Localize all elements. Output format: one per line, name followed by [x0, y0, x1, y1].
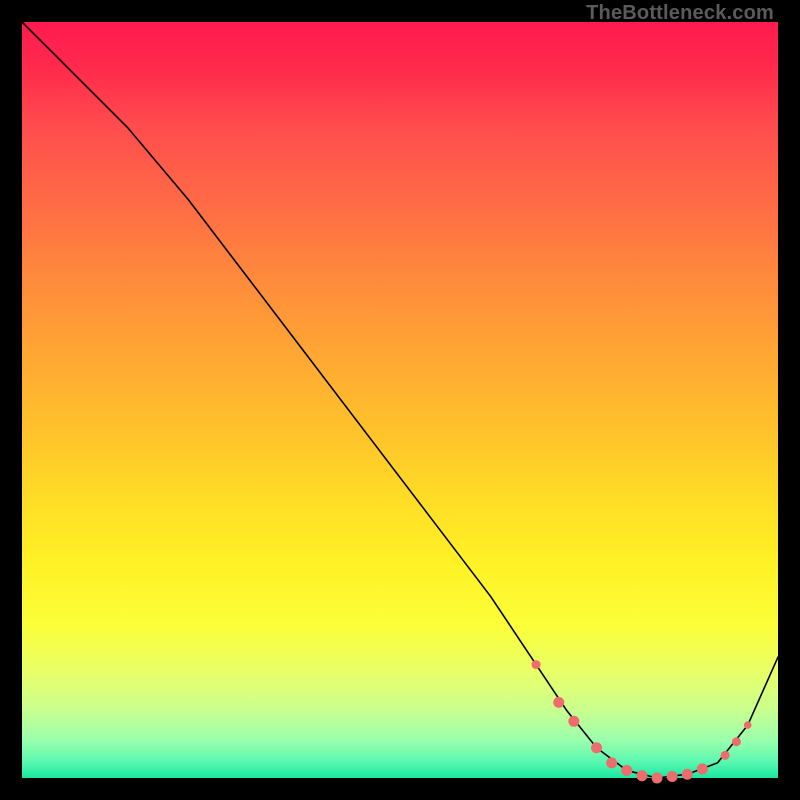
curve-marker	[667, 771, 678, 782]
curve-marker	[591, 742, 602, 753]
curve-marker	[697, 763, 708, 774]
bottleneck-curve	[22, 22, 778, 778]
curve-marker	[621, 765, 632, 776]
curve-marker	[721, 751, 730, 760]
curve-marker	[532, 660, 541, 669]
curve-marker	[606, 757, 617, 768]
curve-marker	[568, 716, 579, 727]
curve-marker	[744, 721, 752, 729]
curve-marker	[652, 773, 663, 784]
curve-marker	[553, 697, 564, 708]
marker-group	[532, 660, 752, 783]
chart-svg	[22, 22, 778, 778]
curve-marker	[636, 770, 647, 781]
curve-marker	[732, 737, 741, 746]
curve-marker	[682, 769, 693, 780]
